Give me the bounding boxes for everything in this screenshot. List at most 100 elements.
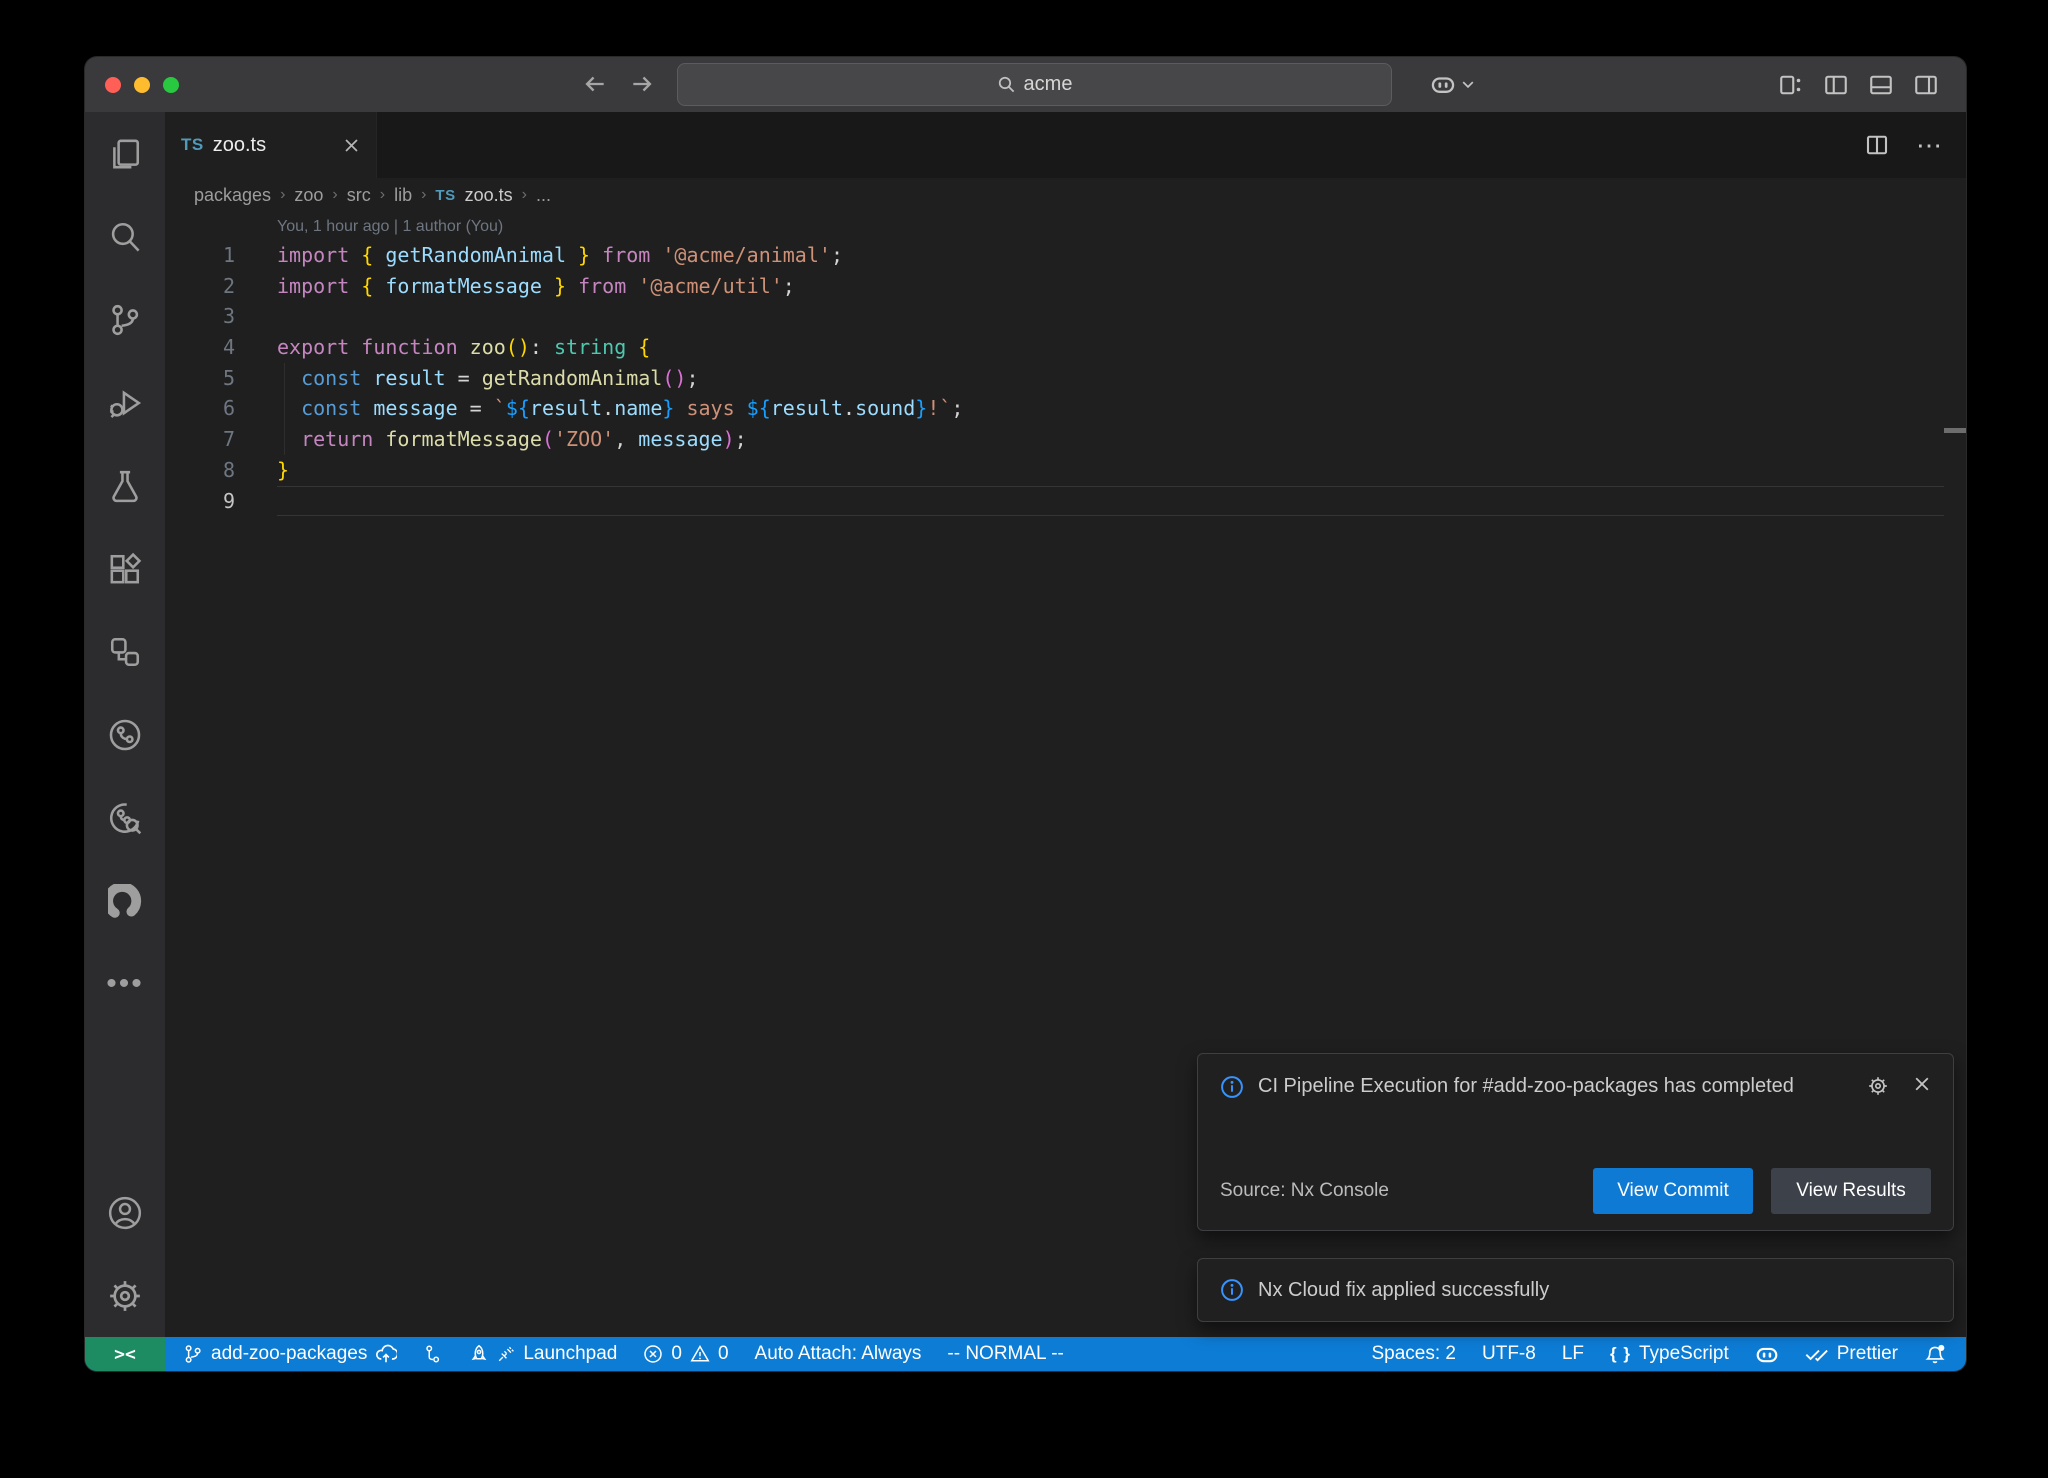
git-branch-icon — [183, 1344, 203, 1364]
plug-icon — [497, 1345, 515, 1363]
braces-icon: { } — [1610, 1344, 1631, 1364]
error-icon — [643, 1344, 663, 1364]
search-sidebar-icon[interactable] — [85, 195, 165, 278]
code-line[interactable]: 3 — [165, 301, 1966, 332]
source-control-icon[interactable] — [85, 278, 165, 361]
testing-icon[interactable] — [85, 444, 165, 527]
code-line[interactable]: 1import { getRandomAnimal } from '@acme/… — [165, 240, 1966, 271]
copilot-status-item[interactable] — [1755, 1342, 1779, 1366]
indentation-status-item[interactable]: Spaces: 2 — [1372, 1343, 1457, 1365]
code-line[interactable]: 7 return formatMessage('ZOO', message); — [165, 424, 1966, 455]
breadcrumb-item[interactable]: zoo — [294, 185, 323, 206]
forward-icon[interactable] — [629, 71, 655, 97]
chevron-down-icon — [1462, 80, 1474, 89]
problems-status-item[interactable]: 0 0 — [643, 1343, 728, 1365]
split-editor-icon[interactable] — [1865, 133, 1889, 157]
commit-graph-search-icon[interactable] — [85, 776, 165, 859]
gitlens-icon[interactable] — [85, 693, 165, 776]
breadcrumb-item[interactable]: packages — [194, 185, 271, 206]
breadcrumb-item[interactable]: lib — [394, 185, 412, 206]
copilot-icon — [1430, 71, 1456, 97]
view-results-button[interactable]: View Results — [1771, 1168, 1931, 1214]
close-window-button[interactable] — [105, 77, 121, 93]
warning-icon — [690, 1344, 710, 1364]
toggle-panel-icon[interactable] — [1869, 73, 1893, 97]
titlebar: acme — [85, 57, 1966, 112]
prettier-label: Prettier — [1837, 1343, 1898, 1365]
account-icon[interactable] — [85, 1171, 165, 1254]
close-notification-icon[interactable] — [1913, 1075, 1931, 1097]
code-line[interactable]: 9 — [165, 486, 1966, 517]
notification-source: Source: Nx Console — [1220, 1180, 1389, 1202]
typescript-file-icon: TS — [181, 135, 204, 155]
line-number: 5 — [165, 363, 235, 394]
breadcrumb-item[interactable]: src — [347, 185, 371, 206]
commit-graph-status-item[interactable] — [423, 1344, 443, 1364]
line-number: 2 — [165, 271, 235, 302]
overview-ruler-cursor-mark — [1944, 428, 1966, 433]
git-blame-annotation: You, 1 hour ago | 1 author (You) — [277, 212, 1966, 240]
settings-gear-icon[interactable] — [85, 1254, 165, 1337]
bell-icon — [1924, 1343, 1946, 1365]
notifications-bell-item[interactable] — [1924, 1343, 1946, 1365]
code-lines: 1import { getRandomAnimal } from '@acme/… — [165, 240, 1966, 516]
code-line[interactable]: 5 const result = getRandomAnimal(); — [165, 363, 1966, 394]
encoding-status-item[interactable]: UTF-8 — [1482, 1343, 1536, 1365]
code-text: const result = getRandomAnimal(); — [277, 363, 698, 394]
status-bar: >< add-zoo-packages — [85, 1337, 1966, 1371]
breadcrumb-separator: › — [421, 186, 426, 204]
remote-indicator[interactable]: >< — [85, 1337, 165, 1371]
code-line[interactable]: 6 const message = `${result.name} says $… — [165, 393, 1966, 424]
line-number: 6 — [165, 393, 235, 424]
code-text: const message = `${result.name} says ${r… — [277, 393, 963, 424]
notification-toast: CI Pipeline Execution for #add-zoo-packa… — [1197, 1053, 1954, 1231]
breadcrumb-separator: › — [522, 186, 527, 204]
code-text: export function zoo(): string { — [277, 332, 650, 363]
traffic-lights — [105, 77, 179, 93]
eol-status-item[interactable]: LF — [1562, 1343, 1584, 1365]
branch-status-item[interactable]: add-zoo-packages — [183, 1343, 397, 1365]
info-icon — [1220, 1278, 1244, 1302]
explorer-icon[interactable] — [85, 112, 165, 195]
activity-bar: ••• — [85, 112, 165, 1337]
tab-label: zoo.ts — [213, 134, 266, 157]
double-check-icon — [1805, 1342, 1829, 1366]
line-number: 9 — [165, 486, 235, 517]
info-icon — [1220, 1072, 1244, 1099]
back-icon[interactable] — [582, 71, 608, 97]
auto-attach-status-item[interactable]: Auto Attach: Always — [755, 1343, 922, 1365]
language-status-item[interactable]: { } TypeScript — [1610, 1343, 1729, 1365]
breadcrumb-separator: › — [280, 186, 285, 204]
line-number: 7 — [165, 424, 235, 455]
breadcrumb-file[interactable]: zoo.ts — [465, 185, 513, 206]
view-commit-button[interactable]: View Commit — [1593, 1168, 1753, 1214]
customize-layout-icon[interactable] — [1779, 73, 1803, 97]
maximize-window-button[interactable] — [163, 77, 179, 93]
prettier-status-item[interactable]: Prettier — [1805, 1342, 1898, 1366]
toggle-secondary-sidebar-icon[interactable] — [1914, 73, 1938, 97]
minimize-window-button[interactable] — [134, 77, 150, 93]
copilot-menu[interactable] — [1430, 71, 1474, 97]
nx-console-icon[interactable] — [85, 610, 165, 693]
launchpad-status-item[interactable]: Launchpad — [469, 1343, 617, 1365]
code-line[interactable]: 2import { formatMessage } from '@acme/ut… — [165, 271, 1966, 302]
additional-views-icon[interactable]: ••• — [106, 979, 144, 989]
warning-count: 0 — [718, 1343, 729, 1365]
run-debug-icon[interactable] — [85, 361, 165, 444]
notification-message: Nx Cloud fix applied successfully — [1258, 1276, 1549, 1305]
code-line[interactable]: 8} — [165, 455, 1966, 486]
code-text: return formatMessage('ZOO', message); — [277, 424, 747, 455]
toggle-primary-sidebar-icon[interactable] — [1824, 73, 1848, 97]
code-text: import { getRandomAnimal } from '@acme/a… — [277, 240, 843, 271]
command-center-search[interactable]: acme — [677, 63, 1392, 106]
breadcrumb-more[interactable]: ... — [536, 185, 551, 206]
code-text: } — [277, 455, 289, 486]
code-line[interactable]: 4export function zoo(): string { — [165, 332, 1966, 363]
tab-zoo-ts[interactable]: TS zoo.ts — [165, 112, 377, 178]
notification-settings-gear-icon[interactable] — [1867, 1075, 1889, 1097]
edge-browser-icon[interactable] — [85, 859, 165, 942]
extensions-icon[interactable] — [85, 527, 165, 610]
close-tab-icon[interactable] — [343, 137, 360, 154]
typescript-file-icon: TS — [435, 187, 455, 204]
vim-mode-status-item[interactable]: -- NORMAL -- — [947, 1343, 1063, 1365]
